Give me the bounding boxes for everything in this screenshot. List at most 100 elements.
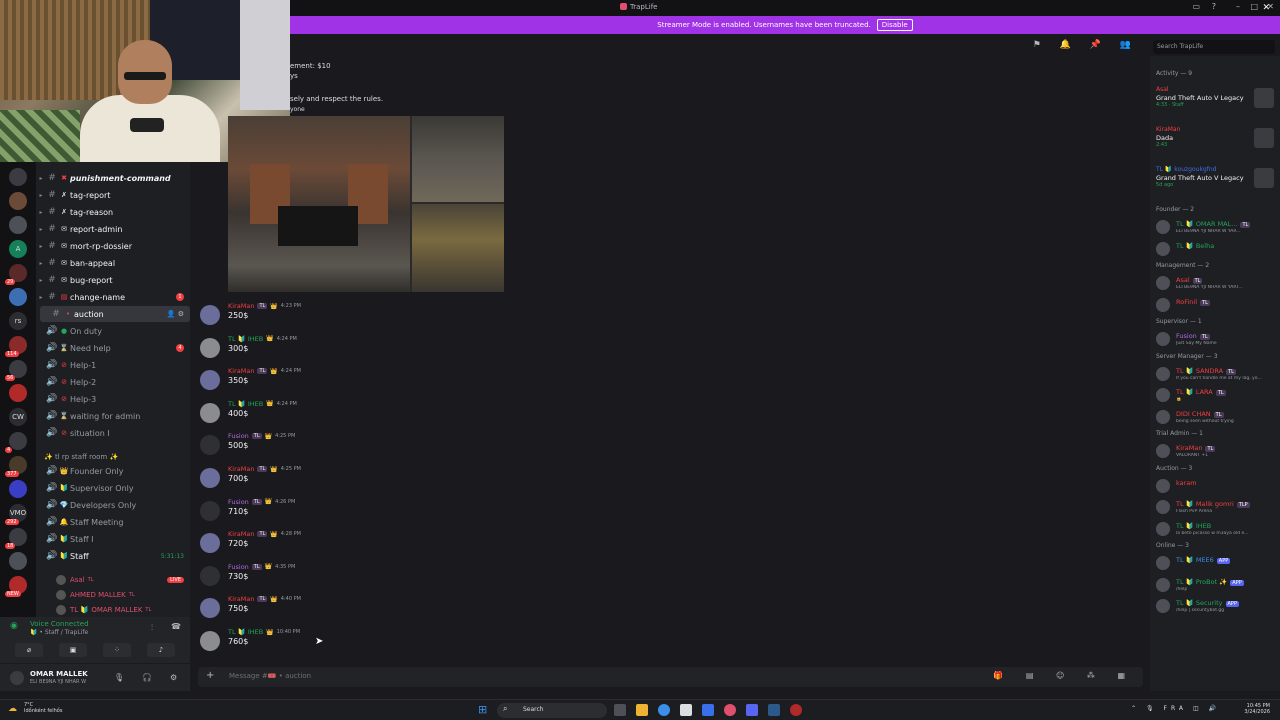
- steam-icon[interactable]: [768, 704, 780, 716]
- channel-item[interactable]: 🔊 ● On duty: [36, 323, 190, 339]
- taskbar-search[interactable]: Search: [497, 703, 607, 718]
- activity-card[interactable]: Asal Grand Theft Auto V Legacy 4:33 · Staf…: [1156, 86, 1276, 108]
- banner-close-icon[interactable]: ✕: [1262, 3, 1270, 13]
- channel-settings-icon[interactable]: 👤 ⚙: [167, 310, 184, 318]
- server-icon[interactable]: rs: [9, 312, 27, 330]
- noise-icon[interactable]: ⫶: [151, 623, 153, 633]
- member-item[interactable]: Fusion TL Just Say My Name: [1154, 329, 1278, 349]
- server-icon[interactable]: VMO 292: [5, 504, 27, 525]
- maximize-icon[interactable]: □: [1250, 2, 1258, 11]
- server-icon[interactable]: 377: [5, 456, 27, 477]
- staff-voice-channel[interactable]: 🔊 🔰 Staff 5:31:13: [36, 548, 190, 564]
- outlook-icon[interactable]: [702, 704, 714, 716]
- task-view-icon[interactable]: [614, 704, 626, 716]
- author-name[interactable]: Fusion: [228, 432, 249, 440]
- avatar[interactable]: [200, 468, 220, 488]
- server-icon[interactable]: NEW: [5, 576, 27, 597]
- member-item[interactable]: TL 🔰 OMAR MAL... TL ELI BE9NA YJI NHAR W Y…: [1154, 217, 1278, 237]
- channel-item[interactable]: 🔊 ⊘ Help-1: [36, 357, 190, 373]
- screenshare-button[interactable]: ▣: [59, 643, 87, 657]
- header-tools[interactable]: ⚑ 🔔 📌 👥: [1033, 40, 1139, 50]
- voice-channel[interactable]: 🔰 • Staff / TrapLife: [30, 629, 88, 636]
- file-explorer-icon[interactable]: [636, 704, 648, 716]
- discord-icon[interactable]: [746, 704, 758, 716]
- staff-voice-channel[interactable]: 🔊 🔰 Staff I: [36, 531, 190, 547]
- channel-item[interactable]: 🔊 ⊘ Help-3: [36, 391, 190, 407]
- author-name[interactable]: KiraMan: [228, 530, 254, 538]
- member-item[interactable]: TL 🔰 LARA TL 🔒: [1154, 385, 1278, 405]
- server-icon[interactable]: [9, 552, 27, 570]
- server-icon[interactable]: [9, 384, 27, 402]
- store-icon[interactable]: [680, 704, 692, 716]
- server-icon[interactable]: 29: [5, 264, 27, 285]
- image-tile[interactable]: [412, 116, 504, 202]
- voice-user[interactable]: Asal TL LIVE: [56, 573, 190, 587]
- channel-item[interactable]: ▸ # ✉ ban-appeal: [36, 255, 190, 271]
- avatar[interactable]: [200, 565, 220, 586]
- member-item[interactable]: TL 🔰 ProBot ✨ APP/help: [1154, 575, 1278, 595]
- message-input[interactable]: Message #🎟️ • auction: [229, 672, 311, 680]
- member-item[interactable]: TL 🔰 Belha: [1154, 239, 1278, 259]
- channel-item[interactable]: 🔊 ⌛ Need help 4: [36, 340, 190, 356]
- message-composer[interactable]: + Message #🎟️ • auction 🎁 ▤ ☺ ⁂ ▦: [198, 667, 1143, 687]
- avatar[interactable]: [200, 631, 220, 651]
- channel-item[interactable]: ▸ # ✗ tag-report: [36, 187, 190, 203]
- staff-voice-channel[interactable]: 🔊 💎 Developers Only: [36, 497, 190, 513]
- camera-button[interactable]: ⌀: [15, 643, 43, 657]
- disconnect-icon[interactable]: ☎: [171, 622, 181, 631]
- message[interactable]: KiraMan TL 👑 4:40 PM 750$: [200, 595, 800, 625]
- server-icon[interactable]: [9, 192, 27, 210]
- user-name[interactable]: OMAR MALLEK: [30, 670, 88, 678]
- author-name[interactable]: KiraMan: [228, 465, 254, 473]
- voice-user[interactable]: AHMED MALLEK TL: [56, 588, 190, 602]
- avatar[interactable]: [200, 337, 220, 358]
- member-item[interactable]: RoFinil TL: [1154, 295, 1278, 315]
- server-icon[interactable]: A: [9, 240, 27, 258]
- server-icon[interactable]: [9, 216, 27, 234]
- author-name[interactable]: TL 🔰 IHEB: [228, 335, 263, 343]
- settings-icon[interactable]: ⚙: [170, 673, 177, 682]
- staff-voice-channel[interactable]: 🔊 🔰 Supervisor Only: [36, 480, 190, 496]
- headphones-icon[interactable]: 🎧: [142, 673, 152, 682]
- composer-tools[interactable]: 🎁 ▤ ☺ ⁂ ▦: [993, 671, 1135, 680]
- weather-icon[interactable]: ☁: [8, 704, 17, 714]
- channel-item[interactable]: ▸ # ▤ change-name 1: [36, 289, 190, 305]
- avatar[interactable]: [200, 370, 220, 391]
- server-icon[interactable]: 4: [5, 432, 27, 453]
- member-item[interactable]: TL 🔰 Malik gomri TLP Flash PvP Arena: [1154, 497, 1278, 517]
- soundboard-button[interactable]: ♪: [147, 643, 175, 657]
- message[interactable]: TL 🔰 IHEB 👑 10:40 PM 760$: [200, 628, 800, 658]
- minimize-icon[interactable]: –: [1236, 2, 1240, 11]
- author-name[interactable]: Fusion: [228, 563, 249, 571]
- disable-streamer-button[interactable]: Disable: [876, 19, 913, 31]
- channel-item[interactable]: # • auction 👤 ⚙: [40, 306, 190, 322]
- avatar[interactable]: [200, 402, 220, 423]
- search-input[interactable]: Search TrapLife: [1153, 40, 1275, 54]
- member-item[interactable]: DIDI CHAN TL being seen without trying: [1154, 407, 1278, 427]
- avatar[interactable]: [200, 435, 220, 456]
- inbox-icon[interactable]: ▭: [1192, 2, 1200, 11]
- image-tile[interactable]: [412, 204, 504, 292]
- avatar[interactable]: [200, 500, 220, 521]
- message[interactable]: Fusion TL 👑 4:26 PM 710$: [200, 498, 800, 528]
- author-name[interactable]: Fusion: [228, 498, 249, 506]
- member-item[interactable]: TL 🔰 Security APP/help | securitybot.gg: [1154, 596, 1278, 616]
- server-icon[interactable]: [9, 168, 27, 186]
- channel-item[interactable]: ▸ # ✉ bug-report: [36, 272, 190, 288]
- message[interactable]: KiraMan TL 👑 4:23 PM 250$: [200, 302, 800, 332]
- avatar[interactable]: [200, 305, 220, 325]
- activity-card[interactable]: TL 🔰 kouzgoukgfnd Grand Theft Auto V Lega…: [1156, 166, 1276, 188]
- member-item[interactable]: TL 🔰 MEE6 APP: [1154, 553, 1278, 573]
- avatar[interactable]: [200, 598, 220, 619]
- activity-button[interactable]: ⁘: [103, 643, 131, 657]
- weather-widget[interactable]: 7°C Időnként felhős: [24, 702, 62, 714]
- author-name[interactable]: TL 🔰 IHEB: [228, 628, 263, 636]
- chrome-icon[interactable]: [724, 704, 736, 716]
- message[interactable]: Fusion TL 👑 4:25 PM 500$: [200, 432, 800, 462]
- author-name[interactable]: KiraMan: [228, 302, 254, 310]
- message[interactable]: TL 🔰 IHEB 👑 4:24 PM 300$: [200, 335, 800, 365]
- channel-item[interactable]: 🔊 ⌛ waiting for admin: [36, 408, 190, 424]
- voice-status[interactable]: Voice Connected: [30, 620, 89, 628]
- channel-item[interactable]: 🔊 ⊘ situation I: [36, 425, 190, 441]
- message[interactable]: KiraMan TL 👑 4:28 PM 720$: [200, 530, 800, 560]
